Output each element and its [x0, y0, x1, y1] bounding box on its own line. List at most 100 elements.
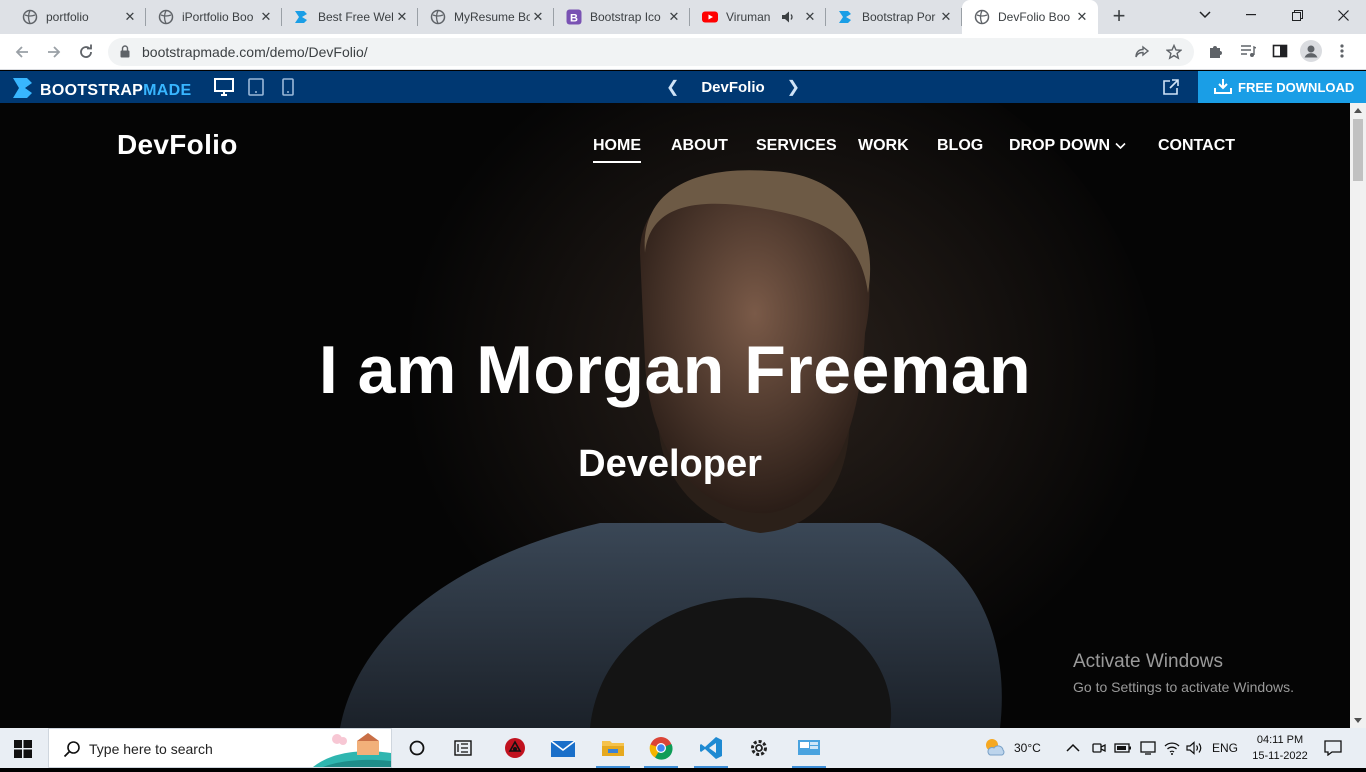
bootstrapmade-logo[interactable]: BOOTSTRAPMADE	[12, 76, 191, 105]
browser-tab[interactable]: MyResume Bo ✕	[418, 0, 554, 34]
share-icon[interactable]	[1134, 44, 1150, 65]
close-tab-icon[interactable]: ✕	[938, 9, 954, 25]
battery-icon[interactable]	[1114, 728, 1132, 768]
next-template-icon[interactable]: ❯	[787, 77, 800, 97]
volume-icon[interactable]	[1186, 728, 1204, 768]
remote-desktop-icon[interactable]	[786, 728, 832, 768]
windows-start-icon[interactable]	[14, 740, 32, 763]
watermark-line2: Go to Settings to activate Windows.	[1073, 679, 1294, 695]
browser-tab[interactable]: Viruman ✕	[690, 0, 826, 34]
scrollbar-thumb[interactable]	[1353, 119, 1363, 181]
bootstrapmade-icon	[12, 76, 36, 105]
browser-tab[interactable]: B Bootstrap Ico ✕	[554, 0, 690, 34]
scroll-up-arrow[interactable]	[1354, 108, 1362, 113]
close-tab-icon[interactable]: ✕	[122, 9, 138, 25]
tab-title: portfolio	[46, 10, 89, 24]
browser-tab-active[interactable]: DevFolio Boo ✕	[962, 0, 1098, 34]
clock-date: 15-11-2022	[1252, 750, 1308, 762]
widgets-icon[interactable]	[440, 728, 486, 768]
new-tab-button[interactable]: +	[1107, 5, 1131, 29]
globe-icon	[22, 9, 38, 25]
devfolio-page: DevFolio HOME ABOUT SERVICES WORK BLOG D…	[0, 103, 1350, 728]
globe-icon	[430, 9, 446, 25]
close-tab-icon[interactable]: ✕	[394, 9, 410, 25]
search-highlight-illustration-icon[interactable]	[313, 729, 391, 772]
profile-avatar-icon[interactable]	[1300, 40, 1322, 67]
mail-app-icon[interactable]	[540, 728, 586, 768]
watermark-line1: Activate Windows	[1073, 651, 1223, 672]
svg-text:B: B	[570, 13, 578, 25]
taskbar-search-box[interactable]: Type here to search	[48, 728, 392, 768]
chrome-app-icon[interactable]	[638, 728, 684, 768]
page-scrollbar[interactable]	[1350, 103, 1366, 728]
nav-about[interactable]: ABOUT	[671, 137, 728, 155]
close-tab-icon[interactable]: ✕	[530, 9, 546, 25]
notifications-icon[interactable]	[1324, 728, 1342, 768]
tablet-view-icon[interactable]	[248, 78, 264, 101]
weather-widget[interactable]: 30°C	[984, 728, 1041, 768]
show-hidden-icons-chevron-icon[interactable]	[1066, 728, 1080, 768]
tab-search-chevron-icon[interactable]	[1182, 0, 1228, 30]
nav-services[interactable]: SERVICES	[756, 137, 837, 155]
logo-text-made: MADE	[143, 81, 192, 99]
browser-tab[interactable]: Best Free Wel ✕	[282, 0, 418, 34]
close-window-button[interactable]	[1320, 0, 1366, 30]
browser-tab[interactable]: portfolio ✕	[10, 0, 146, 34]
task-view-icon[interactable]	[394, 728, 440, 768]
input-language[interactable]: ENG	[1212, 728, 1238, 768]
forward-button[interactable]	[42, 40, 66, 64]
nav-work[interactable]: WORK	[858, 137, 909, 155]
nav-dropdown[interactable]: DROP DOWN	[1009, 137, 1126, 155]
tab-title: MyResume Bo	[454, 10, 530, 24]
browser-toolbar: bootstrapmade.com/demo/DevFolio/	[0, 34, 1366, 70]
speaker-icon[interactable]	[780, 9, 796, 25]
weather-temperature: 30°C	[1014, 741, 1041, 755]
mobile-view-icon[interactable]	[282, 78, 294, 101]
nav-dropdown-label: DROP DOWN	[1009, 137, 1111, 154]
bookmark-star-icon[interactable]	[1165, 43, 1183, 65]
nav-contact[interactable]: CONTACT	[1158, 137, 1235, 155]
desktop-view-icon[interactable]	[214, 78, 234, 101]
demo-bar: BOOTSTRAPMADE ❮ DevFolio ❯ FREE DOWNLOAD	[0, 71, 1366, 103]
media-control-icon[interactable]	[1240, 43, 1257, 64]
address-bar[interactable]: bootstrapmade.com/demo/DevFolio/	[108, 38, 1194, 66]
lock-icon[interactable]	[120, 45, 130, 63]
settings-gear-icon[interactable]	[736, 728, 782, 768]
site-brand-logo[interactable]: DevFolio	[117, 129, 238, 161]
extensions-puzzle-icon[interactable]	[1208, 43, 1224, 64]
file-explorer-icon[interactable]	[590, 728, 636, 768]
close-tab-icon[interactable]: ✕	[258, 9, 274, 25]
close-tab-icon[interactable]: ✕	[666, 9, 682, 25]
template-switcher: ❮ DevFolio ❯	[666, 71, 800, 103]
wifi-icon[interactable]	[1164, 728, 1180, 768]
hero-title: I am Morgan Freeman	[318, 332, 1032, 408]
youtube-icon	[702, 9, 718, 25]
meet-now-icon[interactable]	[1092, 728, 1106, 768]
close-tab-icon[interactable]: ✕	[802, 9, 818, 25]
nav-blog[interactable]: BLOG	[937, 137, 983, 155]
project-screen-icon[interactable]	[1140, 728, 1156, 768]
open-external-icon[interactable]	[1162, 78, 1180, 101]
bootstrap-icon: B	[566, 9, 582, 25]
tab-title: Viruman	[726, 10, 771, 24]
scroll-down-arrow[interactable]	[1354, 718, 1362, 723]
restore-button[interactable]	[1274, 0, 1320, 30]
browser-tab[interactable]: Bootstrap Por ✕	[826, 0, 962, 34]
url-text[interactable]: bootstrapmade.com/demo/DevFolio/	[142, 44, 368, 60]
back-button[interactable]	[10, 40, 34, 64]
browser-tab[interactable]: iPortfolio Boo ✕	[146, 0, 282, 34]
security-app-icon[interactable]	[492, 728, 538, 768]
browser-tab-strip: portfolio ✕ iPortfolio Boo ✕ Best Free W…	[0, 0, 1366, 34]
side-panel-icon[interactable]	[1272, 43, 1288, 64]
previous-template-icon[interactable]: ❮	[666, 77, 679, 97]
free-download-button[interactable]: FREE DOWNLOAD	[1198, 71, 1366, 103]
windows-taskbar: Type here to search 30°C ENG 04:11 PM 15…	[0, 728, 1366, 768]
reload-button[interactable]	[74, 40, 98, 64]
nav-home[interactable]: HOME	[593, 137, 641, 163]
bootstrapmade-icon	[294, 9, 310, 25]
taskbar-clock[interactable]: 04:11 PM 15-11-2022	[1240, 732, 1320, 764]
vscode-app-icon[interactable]	[688, 728, 734, 768]
close-tab-icon[interactable]: ✕	[1074, 9, 1090, 25]
more-menu-icon[interactable]	[1340, 43, 1344, 64]
minimize-button[interactable]	[1228, 0, 1274, 30]
